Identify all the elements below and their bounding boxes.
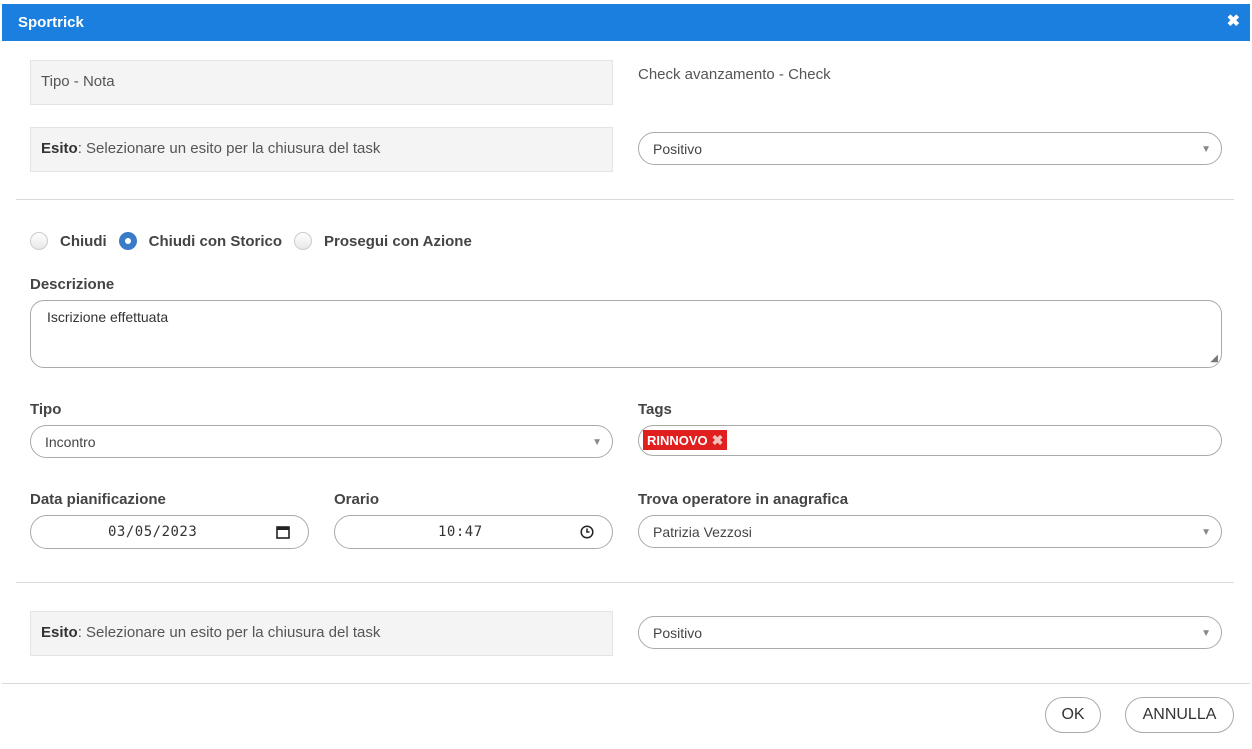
esito-box-top: Esito: Selezionare un esito per la chius… bbox=[30, 127, 613, 172]
chevron-down-icon: ▼ bbox=[1201, 144, 1211, 155]
close-icon[interactable]: ✖ bbox=[1227, 13, 1240, 31]
tag-chip: RINNOVO ✖ bbox=[643, 430, 728, 450]
tags-label: Tags bbox=[638, 401, 672, 418]
tag-label: RINNOVO bbox=[647, 432, 708, 448]
radio-label-chiudi: Chiudi bbox=[60, 232, 107, 250]
radio-prosegui-con-azione[interactable] bbox=[294, 232, 312, 250]
tipo-label: Tipo bbox=[30, 401, 62, 418]
resize-handle-icon[interactable]: ◢ bbox=[1210, 353, 1218, 364]
chevron-down-icon: ▼ bbox=[1201, 628, 1211, 639]
operatore-select[interactable]: Patrizia Vezzosi ▼ bbox=[638, 515, 1222, 548]
chevron-down-icon: ▼ bbox=[1201, 527, 1211, 538]
tipo-nota-box: Tipo - Nota bbox=[30, 60, 613, 105]
dialog-titlebar: Sportrick ✖ bbox=[2, 4, 1250, 41]
esito-select-top[interactable]: Positivo ▼ bbox=[638, 132, 1222, 165]
clock-icon[interactable] bbox=[580, 525, 594, 543]
esito-select-value: Positivo bbox=[653, 624, 703, 641]
descrizione-value: Iscrizione effettuata bbox=[47, 309, 169, 325]
footer-divider bbox=[2, 683, 1250, 684]
tipo-select[interactable]: Incontro ▼ bbox=[30, 425, 613, 458]
tags-input[interactable]: RINNOVO ✖ bbox=[638, 425, 1222, 456]
radio-label-chiudi-con-storico: Chiudi con Storico bbox=[148, 232, 282, 250]
esito-label: Esito bbox=[41, 140, 78, 157]
esito-label: Esito bbox=[41, 624, 78, 641]
tipo-nota-text: Tipo - Nota bbox=[41, 73, 115, 90]
data-pianificazione-value: 03/05/2023 bbox=[108, 524, 198, 540]
esito-text: : Selezionare un esito per la chiusura d… bbox=[77, 140, 381, 157]
chevron-down-icon: ▼ bbox=[592, 437, 602, 448]
esito-text: : Selezionare un esito per la chiusura d… bbox=[77, 624, 381, 641]
descrizione-label: Descrizione bbox=[30, 276, 115, 293]
data-pianificazione-label: Data pianificazione bbox=[30, 491, 166, 508]
orario-value: 10:47 bbox=[438, 524, 483, 540]
esito-box-bottom: Esito: Selezionare un esito per la chius… bbox=[30, 611, 613, 656]
tipo-select-value: Incontro bbox=[45, 433, 96, 450]
check-avanzamento-text: Check avanzamento - Check bbox=[638, 66, 831, 83]
radio-label-prosegui-con-azione: Prosegui con Azione bbox=[324, 232, 472, 250]
divider bbox=[16, 199, 1234, 200]
remove-tag-icon[interactable]: ✖ bbox=[712, 432, 724, 449]
radio-chiudi[interactable] bbox=[30, 232, 48, 250]
radio-chiudi-con-storico[interactable] bbox=[118, 232, 137, 250]
descrizione-textarea[interactable]: Iscrizione effettuata ◢ bbox=[30, 300, 1222, 368]
divider bbox=[16, 582, 1234, 583]
calendar-icon[interactable] bbox=[276, 525, 290, 543]
annulla-button[interactable]: ANNULLA bbox=[1125, 697, 1234, 733]
operatore-select-value: Patrizia Vezzosi bbox=[653, 523, 752, 540]
close-mode-radios: Chiudi Chiudi con Storico Prosegui con A… bbox=[30, 232, 484, 250]
data-pianificazione-input[interactable]: 03/05/2023 bbox=[30, 515, 309, 549]
esito-select-value: Positivo bbox=[653, 140, 703, 157]
orario-label: Orario bbox=[334, 491, 380, 508]
ok-button[interactable]: OK bbox=[1045, 697, 1101, 733]
operatore-label: Trova operatore in anagrafica bbox=[638, 491, 849, 508]
dialog-title: Sportrick bbox=[18, 14, 84, 31]
esito-select-bottom[interactable]: Positivo ▼ bbox=[638, 616, 1222, 649]
orario-input[interactable]: 10:47 bbox=[334, 515, 613, 549]
